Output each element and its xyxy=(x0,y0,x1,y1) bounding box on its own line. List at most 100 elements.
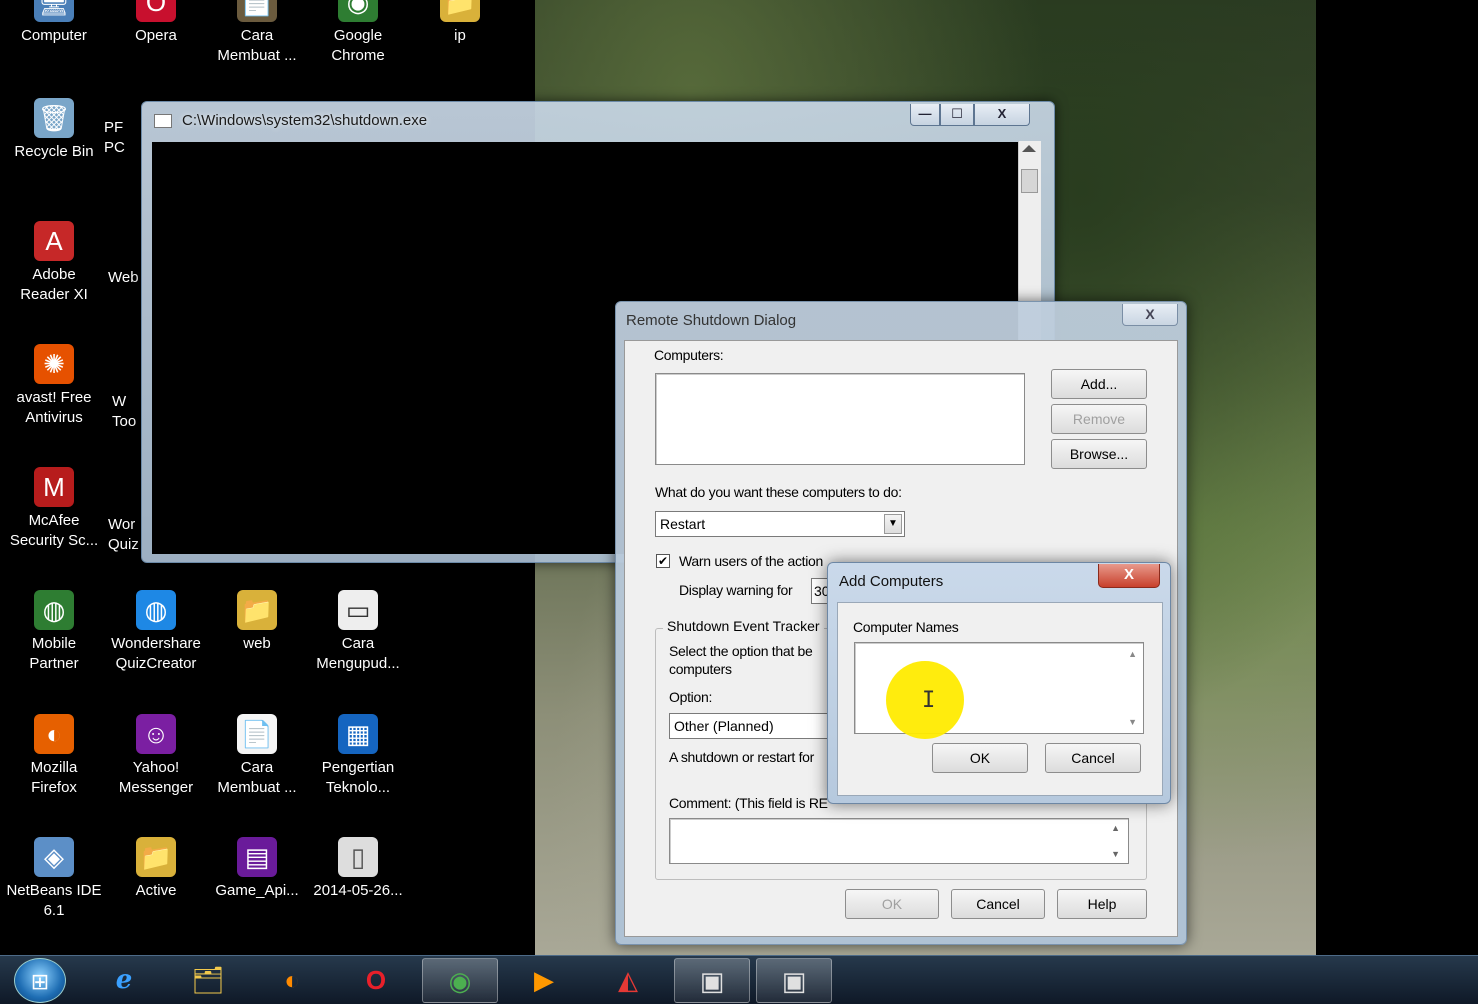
firefox-document-icon: 📄 xyxy=(237,714,277,754)
desktop-icon-quiz-partial[interactable]: Wor Quiz xyxy=(108,515,144,555)
avast-icon: ✺ xyxy=(34,344,74,384)
desktop-icon-opera[interactable]: O Opera xyxy=(104,0,208,46)
firefox-icon[interactable]: ◐ xyxy=(254,958,330,1003)
desktop-icon-quizcreator[interactable]: ◍ Wondershare QuizCreator xyxy=(104,590,208,674)
desktop-icon-firefox[interactable]: ◐ Mozilla Firefox xyxy=(2,714,106,798)
comment-field[interactable]: ▲ ▼ xyxy=(669,818,1129,864)
cancel-button[interactable]: Cancel xyxy=(1045,743,1141,773)
chevron-down-icon: ▼ xyxy=(884,514,902,534)
desktop-icon-label: 2014-05-26... xyxy=(313,882,403,899)
internet-explorer-icon[interactable]: e xyxy=(86,958,162,1003)
desktop-icon-adobe-reader[interactable]: A Adobe Reader XI xyxy=(2,221,106,305)
desktop-icon-active[interactable]: 📁 Active xyxy=(104,837,208,901)
help-button[interactable]: Help xyxy=(1057,889,1147,919)
action-select-value: Restart xyxy=(660,516,706,532)
scroll-up-icon[interactable]: ▲ xyxy=(1111,823,1120,833)
desktop-icon-mcafee[interactable]: M McAfee Security Sc... xyxy=(2,467,106,551)
scroll-up-icon[interactable] xyxy=(1022,145,1036,152)
desktop-icon-recycle-bin[interactable]: 🗑 Recycle Bin xyxy=(2,98,106,162)
start-button[interactable]: ⊞ xyxy=(14,958,66,1003)
desktop-icon-label: web xyxy=(243,635,271,652)
app-icon[interactable]: ◭ xyxy=(590,958,666,1003)
desktop-icon-avast[interactable]: ✺ avast! Free Antivirus xyxy=(2,344,106,428)
opera-icon[interactable]: O xyxy=(338,958,414,1003)
desktop-icon-label: Wondershare QuizCreator xyxy=(111,635,201,672)
quizcreator-icon: ◍ xyxy=(136,590,176,630)
computer-icon: 🖥 xyxy=(34,0,74,22)
desktop-icon-web-folder[interactable]: 📁 web xyxy=(205,590,309,654)
desktop-icon-label: PF PC xyxy=(104,119,125,156)
ok-button[interactable]: OK xyxy=(932,743,1028,773)
desktop-icon-cara-membuat[interactable]: 📄 Cara Membuat ... xyxy=(205,0,309,66)
file-icon: ▯ xyxy=(338,837,378,877)
scroll-up-icon[interactable]: ▲ xyxy=(1128,649,1137,659)
adobe-reader-icon: A xyxy=(34,221,74,261)
action-select[interactable]: Restart ▼ xyxy=(655,511,905,537)
desktop-icon-label: avast! Free Antivirus xyxy=(16,389,92,426)
desktop-icon-pengertian[interactable]: ▦ Pengertian Teknolo... xyxy=(306,714,410,798)
desktop-icon-label: Adobe Reader XI xyxy=(20,266,88,303)
desktop-icon-label: ip xyxy=(454,27,466,44)
warn-users-checkbox[interactable]: ✔ xyxy=(656,554,670,568)
folder-icon: 📁 xyxy=(136,837,176,877)
desktop-icon-tools-partial[interactable]: W Too xyxy=(112,392,142,432)
close-button[interactable]: X xyxy=(1122,304,1178,326)
desktop-icon-yahoo-messenger[interactable]: ☺ Yahoo! Messenger xyxy=(104,714,208,798)
recycle-bin-icon: 🗑 xyxy=(34,98,74,138)
desktop-icon-label: Active xyxy=(135,882,177,899)
remove-button[interactable]: Remove xyxy=(1051,404,1147,434)
desktop-icon-game-api[interactable]: ▤ Game_Api... xyxy=(205,837,309,901)
comment-label: Comment: (This field is RE xyxy=(669,795,828,811)
scroll-thumb[interactable] xyxy=(1021,169,1038,193)
yahoo-messenger-icon: ☺ xyxy=(136,714,176,754)
option-label: Option: xyxy=(669,689,713,705)
desktop-background xyxy=(1316,0,1478,955)
file-explorer-icon[interactable]: 🗂 xyxy=(170,958,246,1003)
add-computers-dialog: Add Computers X Computer Names ▲ ▼ OK Ca… xyxy=(827,562,1171,804)
planned-description: A shutdown or restart for xyxy=(669,749,815,765)
desktop-icon-2014-05-26[interactable]: ▯ 2014-05-26... xyxy=(306,837,410,901)
folder-icon: 📁 xyxy=(237,590,277,630)
desktop-icon-label: Wor Quiz xyxy=(108,516,139,553)
desktop-icon-pf-pc[interactable]: PF PC xyxy=(104,118,144,158)
desktop-icon-computer[interactable]: 🖥 Computer xyxy=(2,0,106,46)
display-warning-label: Display warning for xyxy=(679,582,793,598)
minimize-button[interactable]: — xyxy=(910,104,940,126)
browse-button[interactable]: Browse... xyxy=(1051,439,1147,469)
firefox-icon: ◐ xyxy=(34,714,74,754)
computers-list[interactable] xyxy=(655,373,1025,465)
add-button[interactable]: Add... xyxy=(1051,369,1147,399)
scroll-down-icon[interactable]: ▼ xyxy=(1128,717,1137,727)
action-question-label: What do you want these computers to do: xyxy=(655,484,902,500)
desktop-icon-label: Computer xyxy=(21,27,87,44)
desktop-icon-cara-mengupud[interactable]: ▭ Cara Mengupud... xyxy=(306,590,410,674)
desktop-icon-cara-membuat-2[interactable]: 📄 Cara Membuat ... xyxy=(205,714,309,798)
computers-label: Computers: xyxy=(654,347,724,363)
desktop-icon-label: Cara Membuat ... xyxy=(217,759,297,796)
desktop-icon-label: Mozilla Firefox xyxy=(30,759,78,796)
ok-button[interactable]: OK xyxy=(845,889,939,919)
desktop-icon-mobile-partner[interactable]: ◍ Mobile Partner xyxy=(2,590,106,674)
maximize-button[interactable]: ☐ xyxy=(940,104,974,126)
option-select[interactable]: Other (Planned) xyxy=(669,713,839,739)
close-button[interactable]: X xyxy=(974,104,1030,126)
scroll-down-icon[interactable]: ▼ xyxy=(1111,849,1120,859)
media-player-icon[interactable]: ▶ xyxy=(506,958,582,1003)
console-window-icon[interactable]: ▣ xyxy=(674,958,750,1003)
netbeans-icon: ◈ xyxy=(34,837,74,877)
cancel-button[interactable]: Cancel xyxy=(951,889,1045,919)
close-button[interactable]: X xyxy=(1098,564,1160,588)
desktop-icon-google-chrome[interactable]: ◉ Google Chrome xyxy=(306,0,410,66)
image-icon: ▦ xyxy=(338,714,378,754)
text-cursor-icon: I xyxy=(922,688,936,713)
chrome-icon[interactable]: ◉ xyxy=(422,958,498,1003)
mobile-partner-icon: ◍ xyxy=(34,590,74,630)
computer-names-label: Computer Names xyxy=(853,619,959,635)
desktop-icon-label: Cara Membuat ... xyxy=(217,27,297,64)
desktop-icon-label: Cara Mengupud... xyxy=(316,635,400,672)
desktop-icon-netbeans[interactable]: ◈ NetBeans IDE 6.1 xyxy=(2,837,106,921)
dialog-window-icon[interactable]: ▣ xyxy=(756,958,832,1003)
desktop-icon-label: NetBeans IDE 6.1 xyxy=(6,882,102,919)
tracker-description: Select the option that be computers xyxy=(669,643,813,677)
desktop-icon-ip[interactable]: 📁 ip xyxy=(408,0,512,46)
